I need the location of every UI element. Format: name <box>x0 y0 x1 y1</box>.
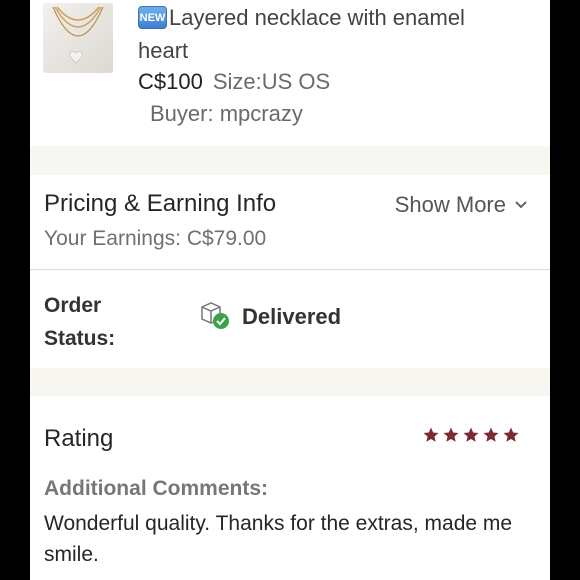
product-size: Size:US OS <box>212 69 331 94</box>
star-icon <box>483 427 499 442</box>
order-status-section: Order Status: Delivered <box>30 271 550 368</box>
product-thumbnail[interactable] <box>43 3 113 73</box>
rating-section: Rating Additional Comments: Wonderful qu… <box>30 396 550 580</box>
package-delivered-icon <box>201 302 229 329</box>
buyer-name[interactable]: Buyer: mpcrazy <box>150 100 303 128</box>
pricing-section: Pricing & Earning Info Show More Your Ea… <box>30 175 550 270</box>
product-card[interactable]: NEW Layered necklace with enamel heart C… <box>30 0 550 146</box>
show-more-label: Show More <box>394 192 506 217</box>
star-icon <box>463 427 479 442</box>
product-title-line2[interactable]: heart <box>138 38 188 64</box>
additional-comments-label: Additional Comments: <box>44 477 268 500</box>
order-status-label-line1: Order <box>44 294 102 317</box>
pricing-title: Pricing & Earning Info <box>44 190 277 217</box>
chevron-down-icon <box>515 201 527 209</box>
additional-comments-text: Wonderful quality. Thanks for the extras… <box>44 512 513 566</box>
order-details-screen: NEW Layered necklace with enamel heart C… <box>30 0 550 580</box>
your-earnings: Your Earnings: C$79.00 <box>44 227 267 250</box>
star-icon <box>423 427 439 442</box>
show-more-button[interactable]: Show More <box>395 192 528 218</box>
price-size-row: C$100 Size:US OS <box>138 68 330 96</box>
product-price: C$100 <box>138 69 203 94</box>
product-title-line1[interactable]: Layered necklace with enamel <box>169 5 465 31</box>
necklace-image <box>52 6 104 64</box>
order-status-value: Delivered <box>242 304 342 329</box>
star-rating <box>422 426 520 444</box>
rating-title: Rating <box>44 425 114 452</box>
star-icon <box>503 427 519 442</box>
order-status-label: Order Status: <box>44 289 164 355</box>
star-icon <box>443 427 459 442</box>
order-status-label-line2: Status: <box>44 327 116 350</box>
new-badge: NEW <box>138 6 167 29</box>
